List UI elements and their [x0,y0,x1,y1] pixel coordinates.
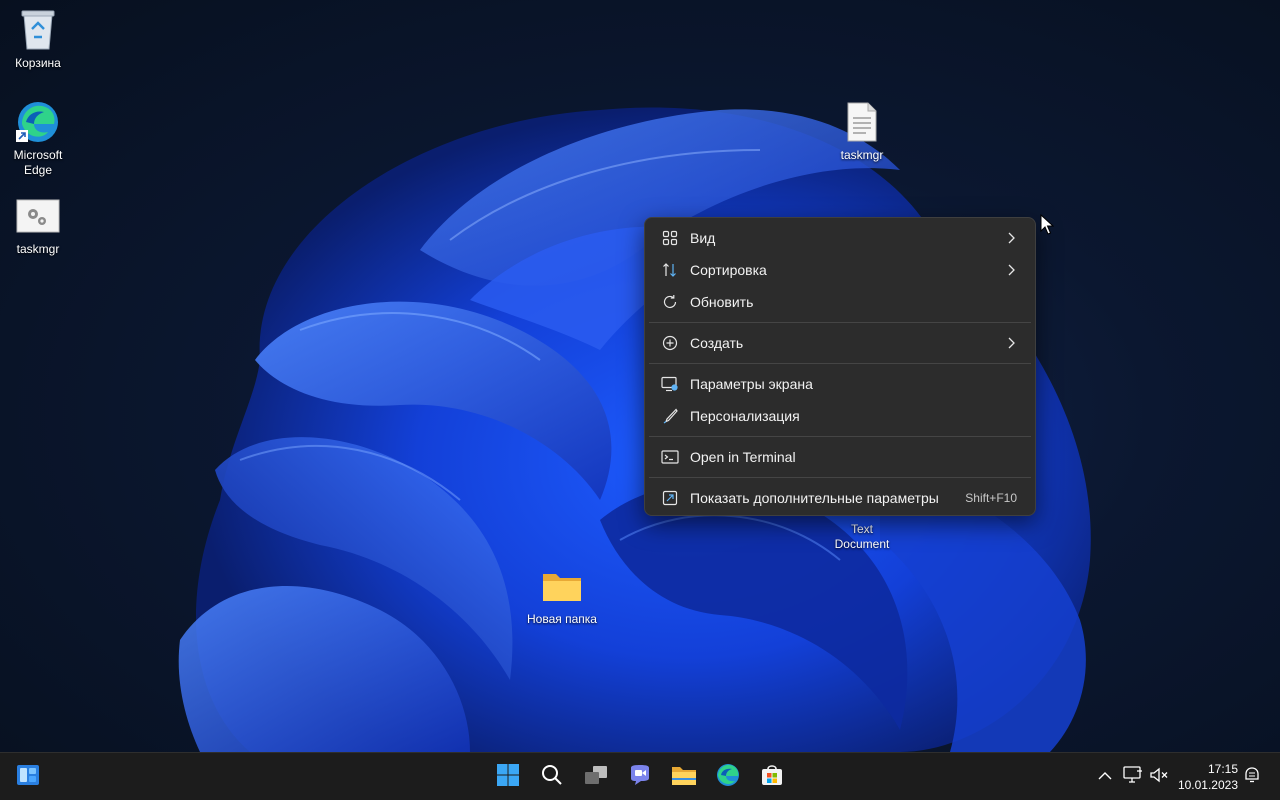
menu-item-refresh[interactable]: Обновить [649,286,1031,318]
desktop-context-menu: Вид Сортировка Обновить Создать Параметр… [644,217,1036,516]
menu-item-label: Создать [690,335,744,351]
brush-icon [661,407,679,425]
taskbar: 17:15 10.01.2023 [0,752,1280,800]
desktop-icon-label: Корзина [15,56,61,70]
widgets-icon [16,764,40,791]
desktop-icon-label: Text Document [834,522,890,551]
notification-center-button[interactable] [1242,766,1262,789]
menu-item-label: Параметры экрана [690,376,813,392]
desktop-icon-label: taskmgr [16,242,60,256]
folder-icon [671,764,697,791]
display-settings-icon [661,375,679,393]
chat-button[interactable] [620,757,660,797]
menu-separator [649,477,1031,478]
more-options-icon [661,489,679,507]
show-hidden-icons-button[interactable] [1095,767,1115,787]
menu-item-sort[interactable]: Сортировка [649,254,1031,286]
chevron-up-icon [1098,768,1112,786]
edge-taskbar-button[interactable] [708,757,748,797]
new-plus-icon [661,334,679,352]
start-button[interactable] [488,757,528,797]
menu-item-display-settings[interactable]: Параметры экрана [649,368,1031,400]
chevron-right-icon [1005,264,1017,276]
windows-start-icon [496,763,520,792]
search-icon [541,764,563,791]
config-file-icon [16,194,60,238]
grid-view-icon [661,229,679,247]
folder-icon [540,564,584,608]
volume-muted-icon [1150,767,1168,788]
file-explorer-button[interactable] [664,757,704,797]
menu-item-label: Персонализация [690,408,800,424]
terminal-icon [661,448,679,466]
menu-item-new[interactable]: Создать [649,327,1031,359]
edge-icon [716,763,740,792]
menu-separator [649,363,1031,364]
desktop-icon-taskmgr-text[interactable]: taskmgr [824,100,900,163]
chevron-right-icon [1005,337,1017,349]
desktop-icon-label: taskmgr [840,148,884,162]
menu-item-label: Показать дополнительные параметры [690,490,939,506]
desktop-icon-taskmgr-config[interactable]: taskmgr [0,194,76,257]
network-button[interactable] [1123,765,1143,789]
menu-item-show-more-options[interactable]: Показать дополнительные параметры Shift+… [649,482,1031,514]
menu-item-label: Сортировка [690,262,767,278]
desktop-icon-edge[interactable]: Microsoft Edge [0,100,76,178]
teams-chat-icon [628,764,652,791]
refresh-icon [661,293,679,311]
search-button[interactable] [532,757,572,797]
store-button[interactable] [752,757,792,797]
menu-item-personalize[interactable]: Персонализация [649,400,1031,432]
task-view-icon [584,764,608,791]
volume-button[interactable] [1149,767,1169,787]
task-view-button[interactable] [576,757,616,797]
tray-clock[interactable]: 17:15 10.01.2023 [1168,761,1238,793]
menu-item-label: Open in Terminal [690,449,796,465]
store-icon [760,763,784,792]
menu-separator [649,322,1031,323]
desktop-wallpaper[interactable] [0,0,1280,752]
notification-icon [1243,766,1261,789]
desktop-icon-new-folder[interactable]: Новая папка [524,564,600,627]
menu-separator [649,436,1031,437]
recycle-bin-icon [16,8,60,52]
clock-date: 10.01.2023 [1177,778,1238,792]
desktop-icon-label: Новая папка [527,612,597,626]
menu-item-label: Вид [690,230,716,246]
network-icon [1123,765,1143,789]
edge-icon [16,100,60,144]
desktop-icon-recycle-bin[interactable]: Корзина [0,8,76,71]
menu-item-label: Обновить [690,294,754,310]
menu-item-open-terminal[interactable]: Open in Terminal [649,441,1031,473]
menu-item-view[interactable]: Вид [649,222,1031,254]
menu-item-shortcut: Shift+F10 [965,491,1017,505]
chevron-right-icon [1005,232,1017,244]
widgets-button[interactable] [8,757,48,797]
text-file-icon [840,100,884,144]
mouse-cursor [1040,213,1055,236]
desktop-icon-label: Microsoft Edge [13,148,63,177]
clock-time: 17:15 [1207,762,1238,776]
sort-icon [661,261,679,279]
